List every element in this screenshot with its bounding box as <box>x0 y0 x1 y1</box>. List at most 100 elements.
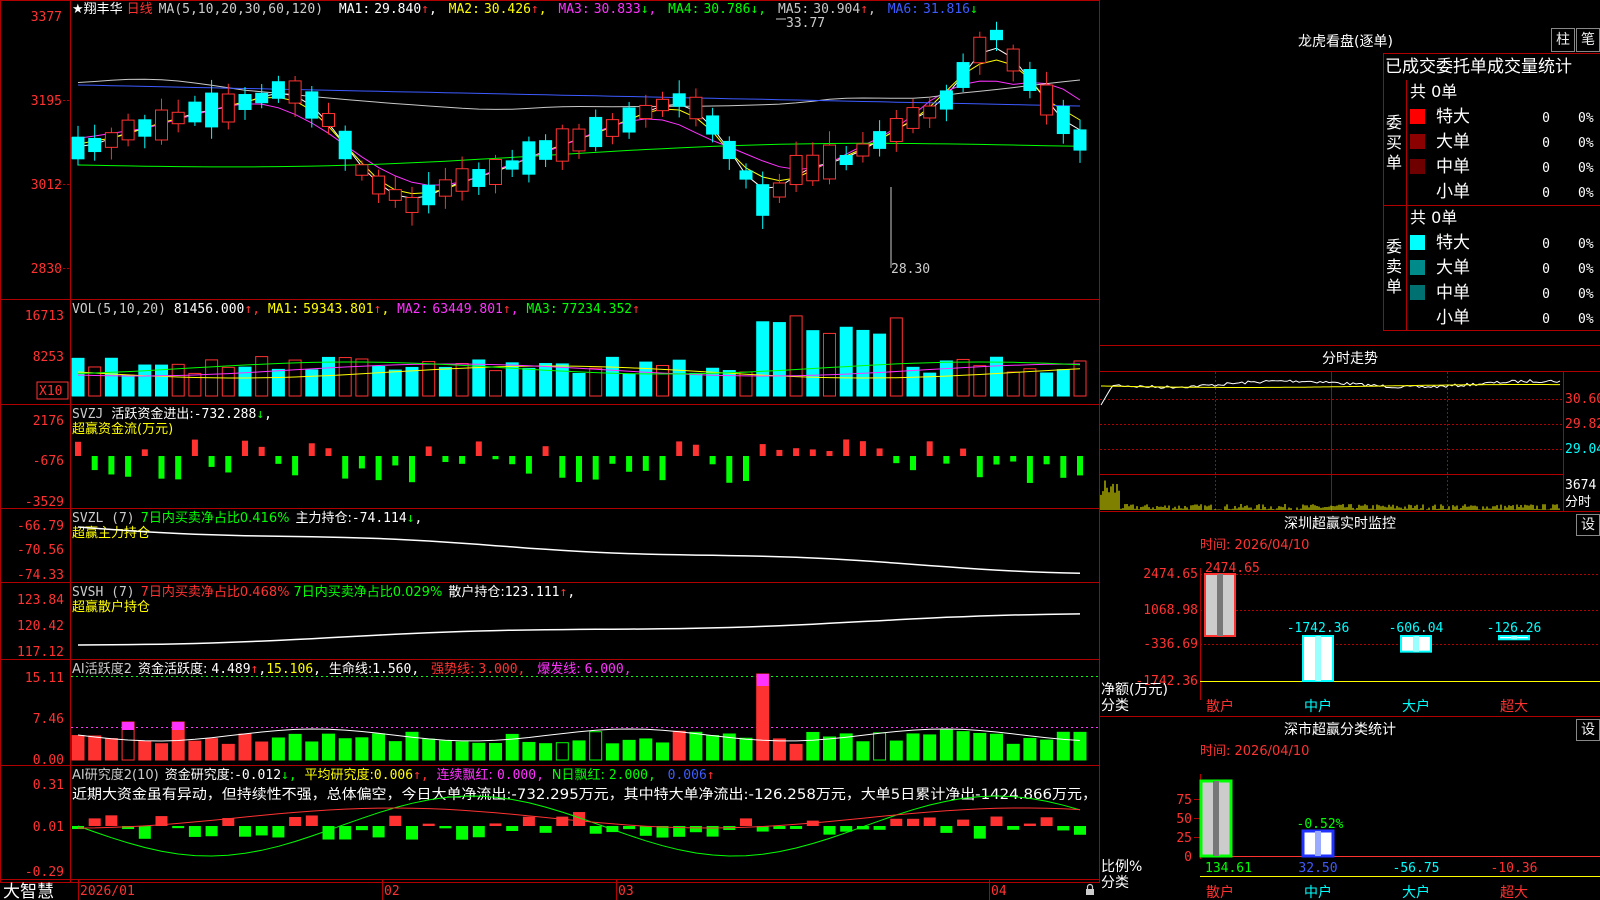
svzj-bar <box>158 456 165 479</box>
svzl-hold-label: 主力持仓: <box>295 511 351 526</box>
ai-active-bar <box>539 743 553 761</box>
svsh-hold-value: 123.111 <box>505 585 560 600</box>
svzj-bar <box>676 441 683 456</box>
ma2-label: MA2: <box>449 2 480 17</box>
ai-last-value: 0.006 <box>668 768 707 783</box>
monitor-bar-shade <box>1315 636 1321 681</box>
ai-active-bar-top <box>172 722 185 730</box>
ai-research-bar <box>539 826 552 833</box>
svzj-bar <box>776 449 783 456</box>
monitor-value-label: -126.26 <box>1487 621 1542 636</box>
volume-bar <box>956 358 970 397</box>
price-candle <box>739 170 753 180</box>
volume-bar <box>1023 368 1037 397</box>
date-label: 02 <box>384 884 400 899</box>
ai-life-label: 生命线: <box>329 661 372 677</box>
price-candle <box>823 144 836 180</box>
order-type-label: 小单 <box>1436 182 1470 202</box>
ai-active-bar <box>772 738 786 761</box>
price-y-axis: 3377 3195 3012 2830 <box>31 10 70 277</box>
price-candle <box>605 119 619 137</box>
monitor-value-label: 2474.65 <box>1205 561 1260 576</box>
order-type-label: 中单 <box>1436 283 1470 303</box>
price-candle <box>71 136 85 160</box>
ai-burst-value: 6.000 <box>585 662 624 677</box>
stroke-mode-button[interactable]: 笔 <box>1576 28 1600 52</box>
volume-bar <box>572 372 586 397</box>
price-candle <box>572 128 586 152</box>
ai-research-header: AI研究度2(10) 资金研究度:-0.012↓, 平均研究度:0.006↑, 连… <box>72 767 715 783</box>
price-candle <box>355 164 369 176</box>
column-mode-button[interactable]: 柱 <box>1551 28 1575 52</box>
ma1-arrow: ↑ <box>421 2 429 17</box>
price-candle <box>956 62 970 88</box>
lock-icon[interactable] <box>1086 883 1094 895</box>
volume-bar <box>255 356 269 397</box>
ai-avg-value: 0.006 <box>374 768 413 783</box>
price-candle <box>322 113 335 127</box>
svzl-line <box>77 526 1081 575</box>
svzj-bar <box>141 449 148 456</box>
sz-monitor-tick: 2474.65 <box>1143 567 1198 582</box>
price-candle <box>188 101 202 123</box>
price-candle <box>656 98 669 112</box>
svsh-tick-label: 117.12 <box>17 645 64 660</box>
ai-nday-value: 2.000 <box>609 768 648 783</box>
volume-bar <box>489 370 502 397</box>
price-candle <box>104 132 118 148</box>
volume-bar <box>939 360 953 397</box>
vol-ma2-label: MA2: <box>397 302 428 317</box>
svzj-bar <box>409 456 415 483</box>
volume-bar <box>305 369 319 397</box>
price-candle <box>1040 84 1054 116</box>
ai-active-bar <box>856 741 870 761</box>
stock-chart-canvas[interactable]: 3377 3195 3012 2830 ★翔丰华 日线 MA(5,10,20,30,… <box>0 0 1600 900</box>
ai-red-label: 连续飘红: <box>437 767 493 783</box>
ai-active-bar <box>372 733 386 761</box>
volume-bar <box>71 357 85 397</box>
volume-bar <box>1073 360 1087 397</box>
intraday-title: 分时走势 <box>1322 351 1378 367</box>
price-candle <box>973 36 987 64</box>
svzj-bar <box>692 444 699 456</box>
ai-active-bar-top <box>122 722 135 730</box>
ai-burst-label: 爆发线: <box>537 661 580 677</box>
order-count: 0 <box>1542 161 1550 176</box>
volume-bar <box>839 326 853 397</box>
volume-bar <box>789 315 803 397</box>
svzj-bar <box>108 456 115 475</box>
sz-monitor-tick: 1068.98 <box>1143 603 1198 618</box>
price-candle <box>88 137 102 153</box>
intraday-price-line <box>1100 379 1561 406</box>
ai-strong-value: 3.000 <box>478 662 517 677</box>
price-candle <box>889 118 903 142</box>
volume-bar <box>1040 372 1054 397</box>
sz-monitor-setting-button[interactable]: 设 <box>1576 514 1600 536</box>
ai-research-bar <box>489 823 502 826</box>
ai-research-bar <box>188 826 201 837</box>
svzj-bars <box>75 439 1083 483</box>
volume-bar <box>756 321 770 397</box>
ai-active-bar <box>1023 737 1037 761</box>
ai-active-bar <box>305 741 319 761</box>
svzj-bar <box>1043 456 1050 465</box>
svzj-bar <box>893 456 900 464</box>
order-pct: 0% <box>1578 287 1594 302</box>
price-candle <box>873 131 887 149</box>
ai-active-bar <box>238 733 252 761</box>
ai-commentary: 近期大资金虽有异动，但持续性不强，总体偏空，今日大单净流出:-732.295万元… <box>72 786 1097 803</box>
price-candle <box>689 96 703 120</box>
ai-research-bar <box>907 818 919 826</box>
price-candle <box>555 128 569 162</box>
ma5-label: MA5: <box>778 2 809 17</box>
svzj-bar <box>576 456 582 483</box>
sz-monitor-ylabel2: 分类 <box>1101 698 1129 714</box>
stock-name: ★翔丰华 <box>72 2 123 17</box>
price-header: ★翔丰华 日线 MA(5,10,20,30,60,120) MA1: 29.840↑,… <box>72 2 978 17</box>
sz-classify-setting-button[interactable]: 设 <box>1576 719 1600 741</box>
vol-ma3-value: 77234.352 <box>562 302 632 317</box>
ai-research-bar <box>439 826 452 829</box>
sell-side-label: 委卖单 <box>1386 237 1402 296</box>
order-color-swatch <box>1410 235 1425 250</box>
vol-ma1-label: MA1: <box>268 302 299 317</box>
